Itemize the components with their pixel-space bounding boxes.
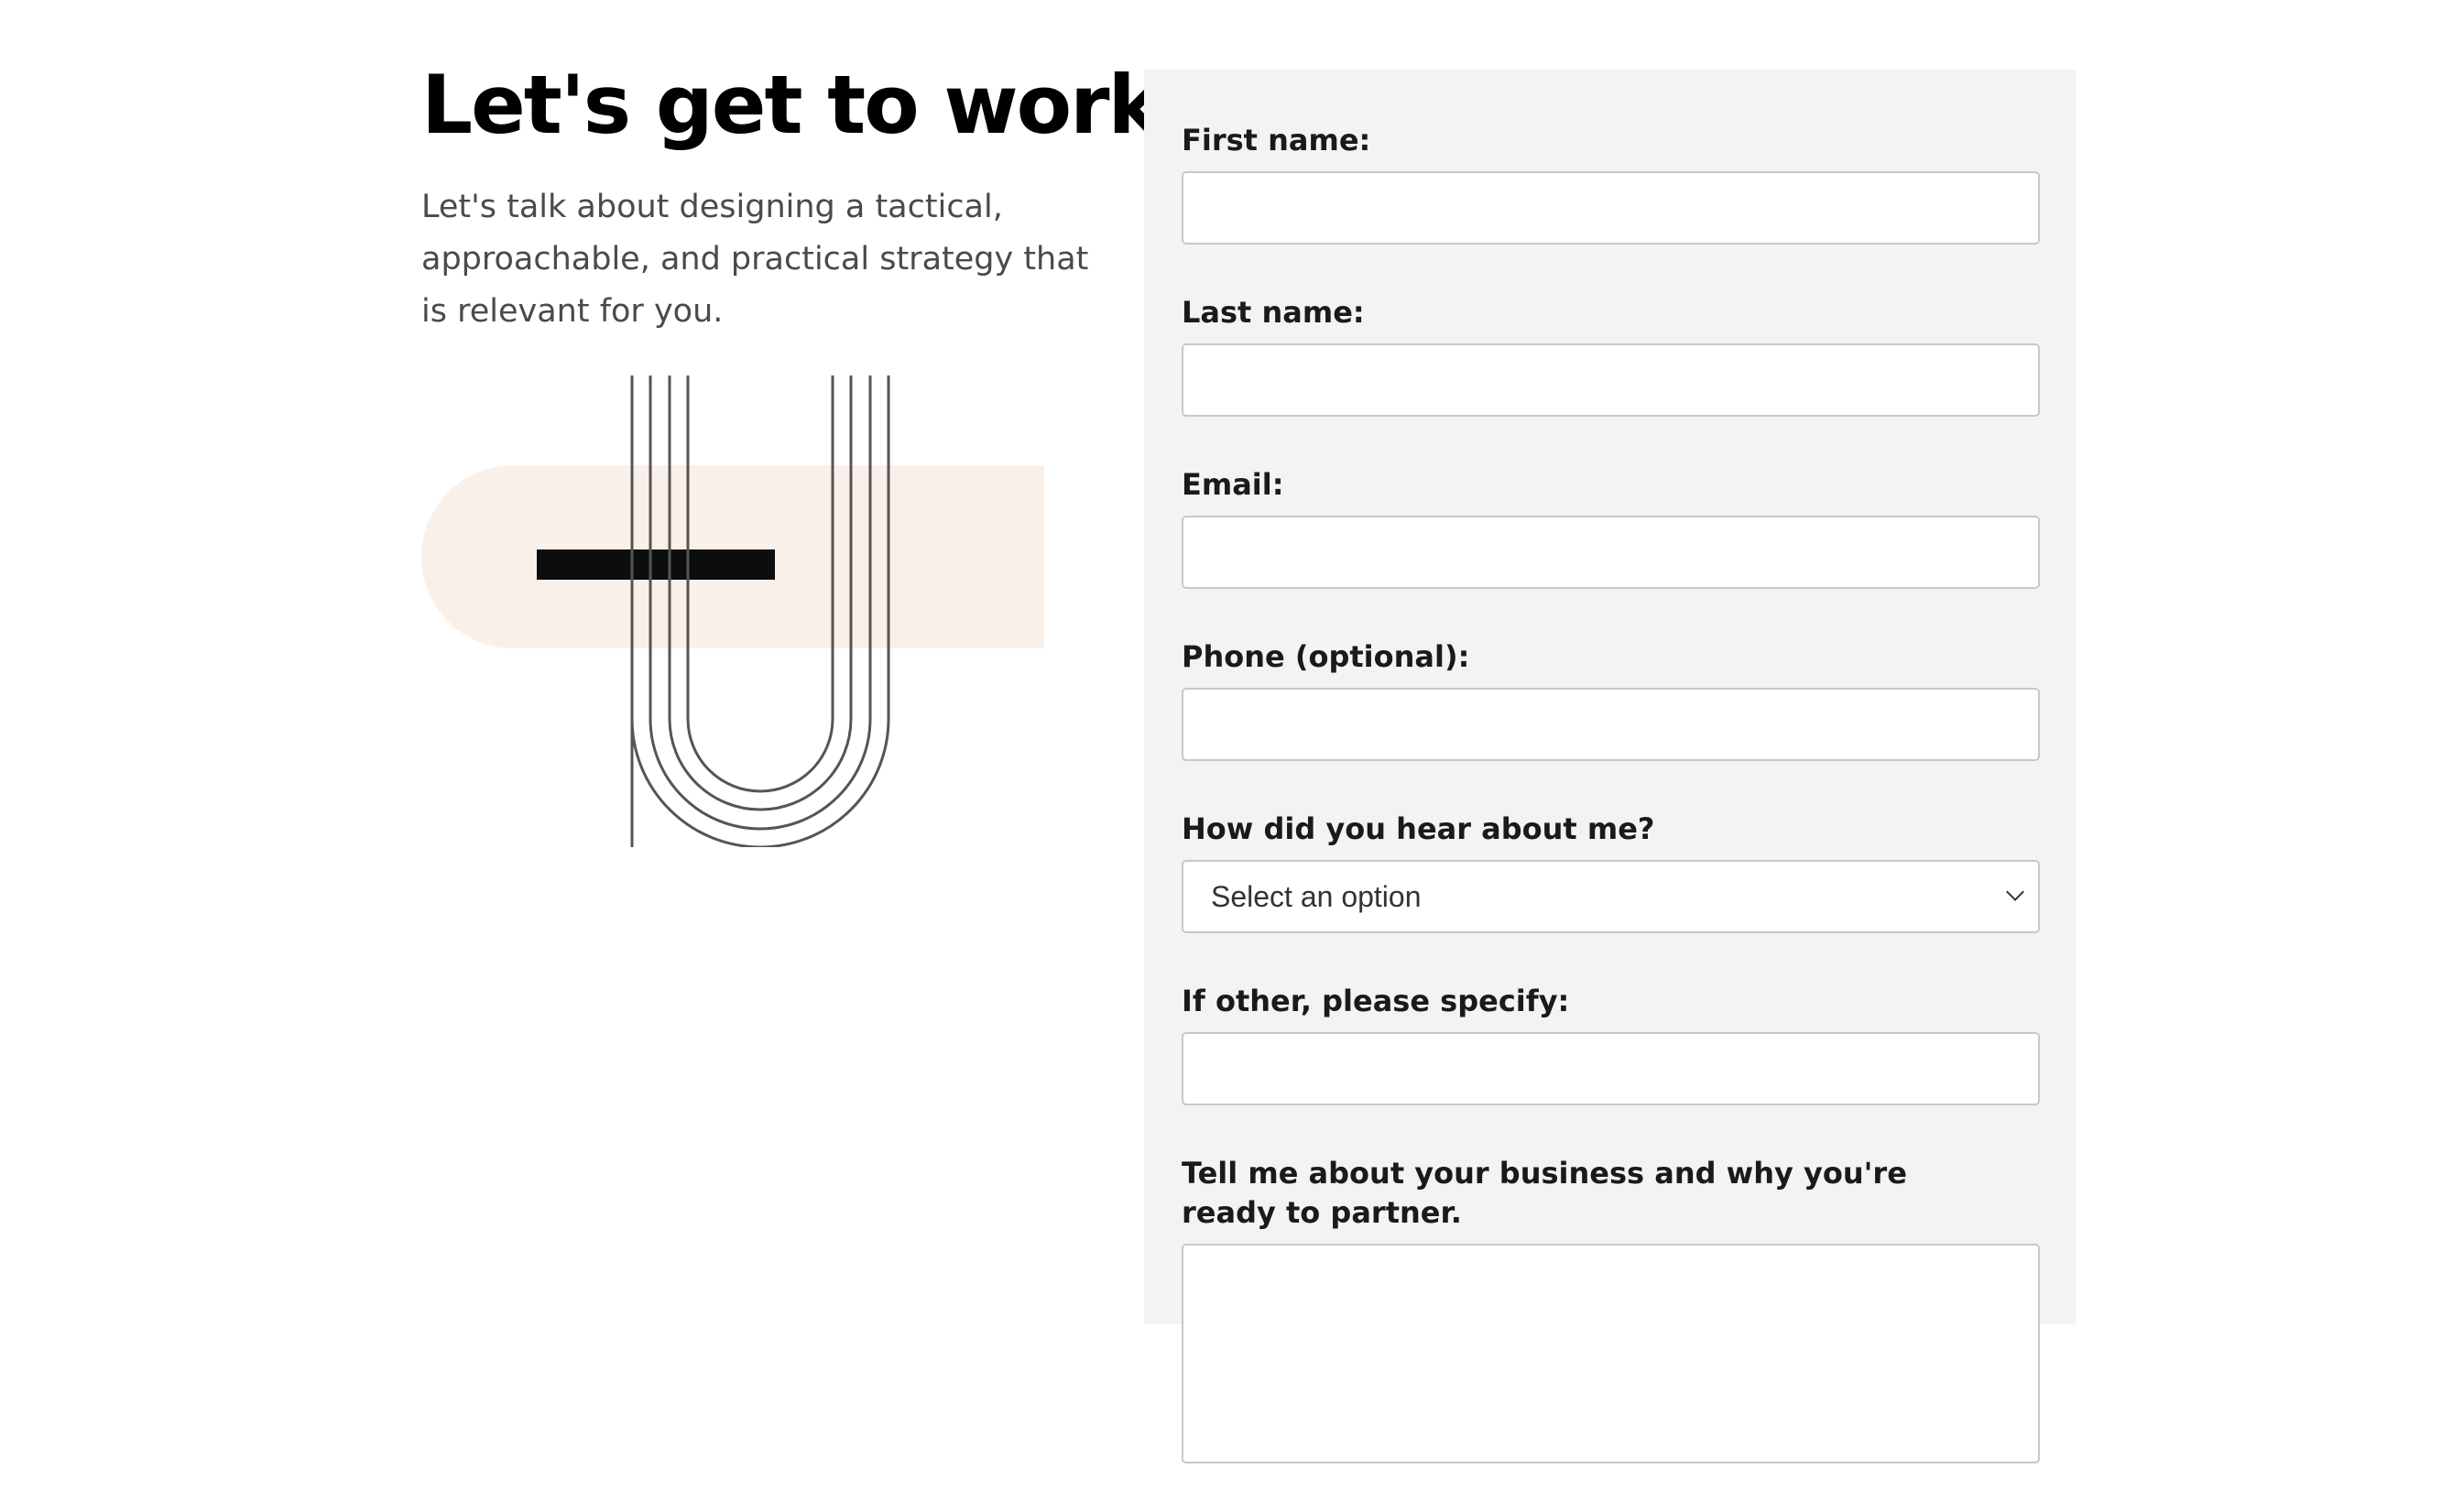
- intro-text: Let's talk about designing a tactical, a…: [421, 189, 1089, 330]
- message-textarea[interactable]: [1182, 1244, 2040, 1463]
- abstract-arches-illustration: [421, 375, 1044, 847]
- contact-form: First name: Last name: Email: Phone (opt…: [1182, 121, 2040, 1512]
- contact-form-panel: First name: Last name: Email: Phone (opt…: [1144, 70, 2076, 1463]
- last-name-input[interactable]: [1182, 343, 2040, 417]
- email-input[interactable]: [1182, 516, 2040, 589]
- source-select-value: Select an option: [1211, 879, 1422, 913]
- first-name-group: First name:: [1182, 121, 2040, 245]
- first-name-label: First name:: [1182, 123, 1371, 158]
- source-group: How did you hear about me? Select an opt…: [1182, 810, 2040, 933]
- source-label: How did you hear about me?: [1182, 811, 1655, 846]
- message-group: Tell me about your business and why you'…: [1182, 1154, 2040, 1463]
- black-bar: [537, 549, 775, 580]
- phone-label: Phone (optional):: [1182, 639, 1470, 674]
- other-group: If other, please specify:: [1182, 982, 2040, 1105]
- last-name-label: Last name:: [1182, 295, 1365, 330]
- last-name-group: Last name:: [1182, 293, 2040, 417]
- hero-section: Let's get to work! Let's talk about desi…: [421, 55, 1196, 338]
- phone-input[interactable]: [1182, 688, 2040, 761]
- source-select[interactable]: Select an option: [1182, 860, 2040, 933]
- message-label: Tell me about your business and why you'…: [1182, 1156, 1907, 1230]
- page-title: Let's get to work!: [421, 58, 1196, 152]
- other-label: If other, please specify:: [1182, 984, 1570, 1018]
- chevron-down-icon: [2006, 883, 2024, 901]
- email-label: Email:: [1182, 467, 1284, 502]
- other-input[interactable]: [1182, 1032, 2040, 1105]
- first-name-input[interactable]: [1182, 171, 2040, 245]
- email-group: Email:: [1182, 465, 2040, 589]
- phone-group: Phone (optional):: [1182, 637, 2040, 761]
